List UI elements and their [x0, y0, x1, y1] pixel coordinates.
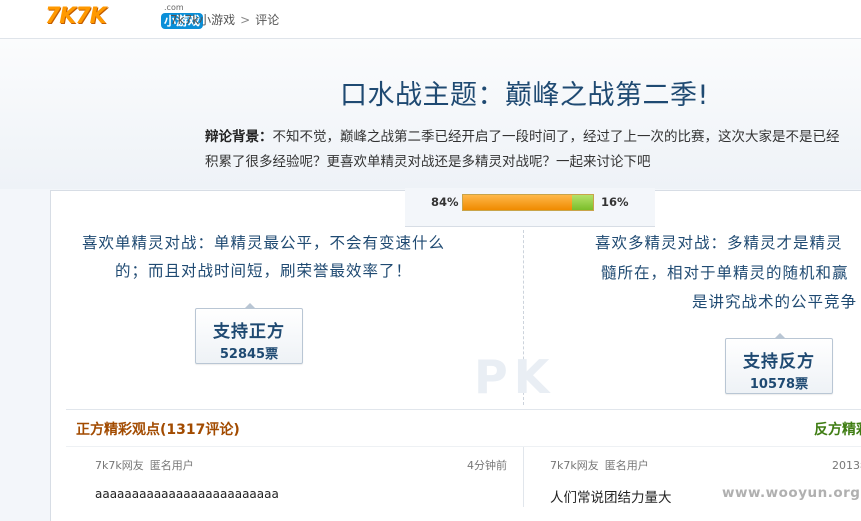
comment-user: 匿名用户 — [149, 459, 194, 472]
support-con-button[interactable]: 支持反方 10578票 — [725, 333, 833, 394]
debate-intro: 辩论背景：不知不觉，巅峰之战第二季已经开启了一段时间了，经过了上一次的比赛，这次… — [205, 125, 850, 175]
breadcrumb-separator: > — [240, 13, 251, 27]
breadcrumb-home-link[interactable]: 7k7k小游戏 — [170, 13, 235, 27]
comment-site: 7k7k网友 — [95, 459, 144, 472]
con-ratio-fill — [572, 195, 593, 210]
comment-text: 人们常说团结力量大 — [550, 490, 672, 506]
comment-time: 4分钟前 — [467, 459, 507, 472]
con-argument: 喜欢多精灵对战：多精灵才是精灵 髓所在，相对于单精灵的随机和赢 是讲究战术的公平… — [595, 229, 861, 318]
comment-site: 7k7k网友 — [550, 459, 599, 472]
comment-time: 2013年 — [832, 459, 861, 472]
breadcrumb: 7k7k小游戏 > 评论 — [170, 11, 279, 28]
comment-meta: 7k7k网友 匿名用户 — [95, 457, 194, 473]
comment-user: 匿名用户 — [604, 459, 649, 472]
section-divider — [66, 446, 861, 447]
intro-text: 不知不觉，巅峰之战第二季已经开启了一段时间了，经过了上一次的比赛，这次大家是不是… — [205, 129, 840, 170]
con-argument-line: 是讲究战术的公平竞争 — [692, 293, 858, 311]
comments-column-divider — [523, 447, 524, 507]
site-logo[interactable]: 7K7K .com 小游戏 — [45, 3, 204, 32]
support-pro-button[interactable]: 支持正方 52845票 — [195, 303, 303, 364]
intro-label: 辩论背景： — [205, 129, 273, 145]
con-vote-count: 10578票 — [749, 377, 809, 392]
support-con-label: 支持反方 — [743, 352, 815, 372]
con-argument-line: 髓所在，相对于单精灵的随机和赢 — [601, 263, 849, 282]
site-watermark: www.wooyun.org — [722, 485, 861, 501]
comment-meta: 7k7k网友 匿名用户 — [550, 457, 649, 473]
pk-text: PK — [474, 350, 556, 404]
pro-argument: 喜欢单精灵对战：单精灵最公平，不会有变速什么的；而且对战时间短，刷荣誉最效率了！ — [81, 234, 445, 280]
vote-ratio-bar — [462, 194, 594, 211]
section-divider — [66, 409, 861, 410]
pro-ratio-fill — [463, 195, 573, 210]
pro-vote-count: 52845票 — [219, 347, 279, 362]
comment-text: aaaaaaaaaaaaaaaaaaaaaaaaa — [95, 487, 279, 501]
top-bar: 7K7K .com 小游戏 7k7k小游戏 > 评论 — [0, 0, 861, 39]
pro-comments-heading[interactable]: 正方精彩观点(1317评论) — [76, 419, 240, 439]
con-percent: 16% — [601, 195, 629, 209]
con-comments-heading[interactable]: 反方精彩 — [814, 419, 861, 439]
breadcrumb-current: 评论 — [255, 13, 280, 27]
pro-percent: 84% — [431, 195, 459, 209]
support-pro-label: 支持正方 — [213, 322, 285, 342]
pk-watermark: PK — [474, 350, 564, 404]
debate-title: 口水战主题：巅峰之战第二季! — [340, 80, 709, 111]
logo-text: 7K7K — [45, 4, 107, 29]
con-argument-line: 喜欢多精灵对战：多精灵才是精灵 — [595, 234, 843, 252]
